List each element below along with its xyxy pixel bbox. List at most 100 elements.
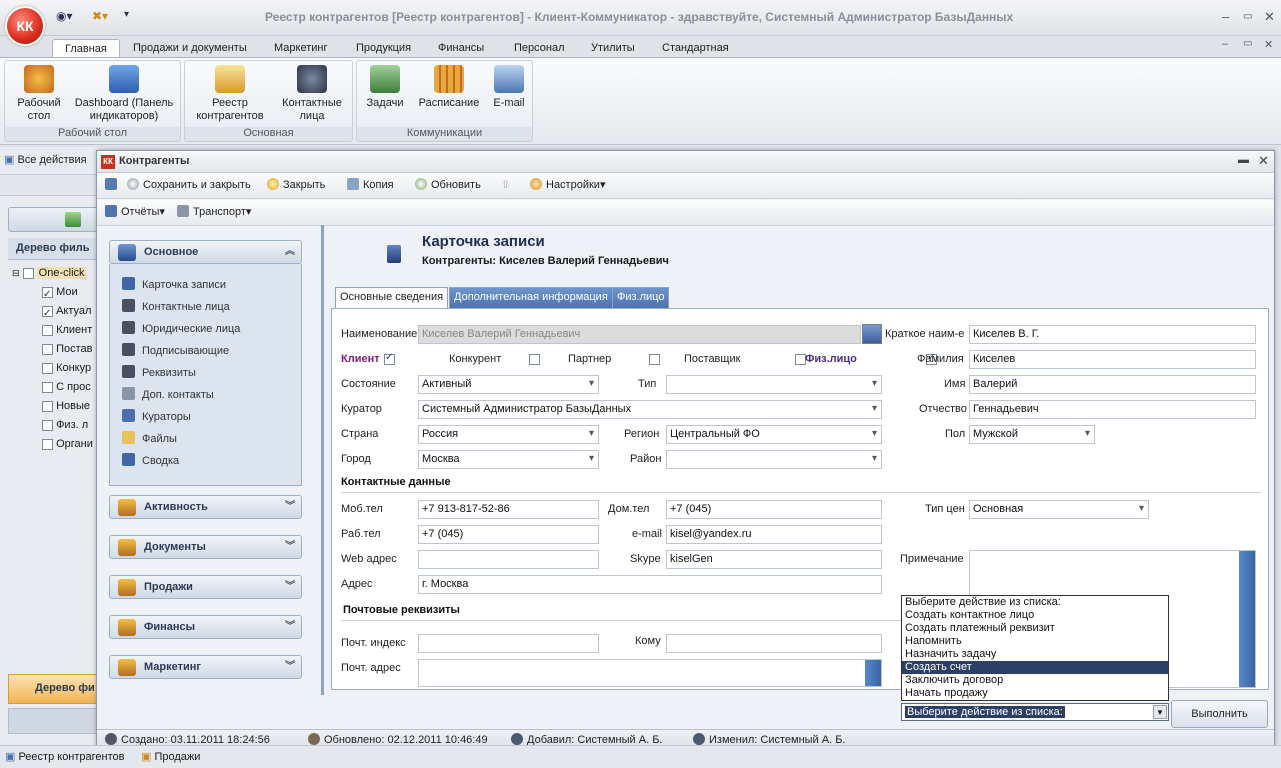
- filter-tree-tab[interactable]: Дерево фи: [8, 674, 100, 704]
- ribbon-tab-staff[interactable]: Персонал: [502, 39, 577, 58]
- action-option[interactable]: Выберите действие из списка:: [902, 596, 1168, 609]
- tree-checkbox[interactable]: [42, 304, 53, 323]
- tree-row[interactable]: Новые: [8, 397, 98, 416]
- save-close-button[interactable]: Сохранить и закрыть: [127, 178, 251, 191]
- tree-row[interactable]: Органи: [8, 435, 98, 454]
- action-option[interactable]: Назначить задачу: [902, 648, 1168, 661]
- to-field[interactable]: [666, 634, 882, 653]
- gender-select[interactable]: Мужской: [969, 425, 1095, 444]
- nav-item-extra-contacts[interactable]: Доп. контакты: [122, 387, 214, 401]
- settings-button[interactable]: Настройки▾: [530, 178, 605, 191]
- background-button[interactable]: [8, 207, 100, 232]
- action-option[interactable]: Начать продажу: [902, 687, 1168, 700]
- ribbon-tab-marketing[interactable]: Маркетинг: [262, 39, 339, 58]
- nav-header-marketing[interactable]: Маркетинг ︾: [109, 655, 302, 679]
- taskbar-item-registry[interactable]: ▣ Реестр контрагентов: [5, 750, 125, 763]
- nav-item-summary[interactable]: Сводка: [122, 453, 179, 467]
- client-checkbox[interactable]: [384, 352, 395, 365]
- note-scrollbar[interactable]: [1239, 551, 1255, 687]
- nav-header-finance[interactable]: Финансы ︾: [109, 615, 302, 639]
- nav-header-sales[interactable]: Продажи ︾: [109, 575, 302, 599]
- skype-field[interactable]: kiselGen: [666, 550, 882, 569]
- all-actions-menu[interactable]: ▣ Все действия: [4, 153, 87, 166]
- post-address-scrollbar[interactable]: [865, 660, 881, 686]
- competitor-checkbox[interactable]: [529, 353, 541, 365]
- panel-splitter[interactable]: [321, 225, 324, 695]
- action-select[interactable]: Выберите действие из списка: ▼: [901, 703, 1169, 721]
- name-field[interactable]: Киселев Валерий Геннадьевич: [418, 325, 861, 344]
- region-select[interactable]: Центральный ФО: [666, 425, 882, 444]
- tree-row[interactable]: С прос: [8, 378, 98, 397]
- ribbon-tab-home[interactable]: Главная: [52, 39, 120, 58]
- work-phone-field[interactable]: +7 (045): [418, 525, 599, 544]
- tools-icon[interactable]: ✖▾: [92, 9, 108, 27]
- dialog-close-icon[interactable]: ✕: [1258, 153, 1269, 169]
- action-option[interactable]: Заключить договор: [902, 674, 1168, 687]
- dashboard-button[interactable]: Dashboard (Панель индикаторов): [71, 65, 177, 123]
- tree-checkbox[interactable]: [42, 400, 53, 412]
- tree-row[interactable]: Мои: [8, 283, 98, 304]
- ribbon-close-icon[interactable]: ✕: [1264, 38, 1273, 51]
- ribbon-tab-finance[interactable]: Финансы: [426, 39, 496, 58]
- address-field[interactable]: г. Москва: [418, 575, 882, 594]
- partner-checkbox[interactable]: [649, 353, 661, 365]
- ribbon-tab-standard[interactable]: Стандартная: [650, 39, 741, 58]
- restore-icon[interactable]: ▭: [1243, 11, 1252, 22]
- tab-additional-info[interactable]: Дополнительная информация: [449, 287, 613, 308]
- tree-row[interactable]: ⊟ One-click: [8, 264, 98, 283]
- tree-checkbox[interactable]: [42, 438, 53, 450]
- nav-item-card[interactable]: Карточка записи: [122, 277, 226, 291]
- tree-row[interactable]: Постав: [8, 340, 98, 359]
- qat-customize-icon[interactable]: ▾: [124, 9, 129, 27]
- save-icon[interactable]: [105, 178, 121, 191]
- schedule-button[interactable]: Расписание: [413, 65, 485, 110]
- contacts-button[interactable]: Контактные лица: [275, 65, 349, 123]
- registry-button[interactable]: Реестр контрагентов: [191, 65, 269, 123]
- country-select[interactable]: Россия: [418, 425, 599, 444]
- surname-field[interactable]: Киселев: [969, 350, 1256, 369]
- tab-individual[interactable]: Физ.лицо: [612, 287, 670, 308]
- ribbon-minimize-icon[interactable]: –: [1222, 38, 1228, 50]
- chevron-down-icon[interactable]: ▼: [1153, 705, 1167, 719]
- patronymic-field[interactable]: Геннадьевич: [969, 400, 1256, 419]
- minimize-icon[interactable]: –: [1222, 9, 1229, 24]
- close-button[interactable]: Закрыть: [267, 178, 325, 191]
- dialog-restore-icon[interactable]: ▬: [1238, 154, 1249, 166]
- firstname-field[interactable]: Валерий: [969, 375, 1256, 394]
- post-address-field[interactable]: [418, 659, 882, 687]
- nav-header-main[interactable]: Основное ︽: [109, 240, 302, 264]
- ribbon-tab-utilities[interactable]: Утилиты: [579, 39, 647, 58]
- tree-checkbox[interactable]: [42, 381, 53, 393]
- close-icon[interactable]: ✕: [1264, 9, 1275, 25]
- run-button[interactable]: Выполнить: [1171, 700, 1268, 728]
- state-select[interactable]: Активный: [418, 375, 599, 394]
- nav-item-legal[interactable]: Юридические лица: [122, 321, 240, 335]
- ribbon-tab-sales[interactable]: Продажи и документы: [121, 39, 259, 58]
- tree-row[interactable]: Конкур: [8, 359, 98, 378]
- transport-button[interactable]: Транспорт▾: [177, 205, 251, 218]
- tree-row[interactable]: Клиент: [8, 321, 98, 340]
- tree-checkbox[interactable]: [42, 419, 53, 431]
- tasks-button[interactable]: Задачи: [363, 65, 407, 110]
- ribbon-tab-products[interactable]: Продукция: [344, 39, 423, 58]
- nav-item-files[interactable]: Файлы: [122, 431, 177, 445]
- curator-select[interactable]: Системный Администратор БазыДанных: [418, 400, 882, 419]
- nav-item-requisites[interactable]: Реквизиты: [122, 365, 196, 379]
- nav-header-activity[interactable]: Активность ︾: [109, 495, 302, 519]
- tree-row[interactable]: Актуал: [8, 302, 98, 323]
- ribbon-restore-icon[interactable]: ▭: [1243, 38, 1252, 49]
- type-select[interactable]: [666, 375, 882, 394]
- short-name-field[interactable]: Киселев В. Г.: [969, 325, 1256, 344]
- reports-button[interactable]: Отчёты▾: [105, 205, 165, 218]
- mobile-field[interactable]: +7 913-817-52-86: [418, 500, 599, 519]
- tree-checkbox[interactable]: [42, 324, 53, 336]
- refresh-button[interactable]: Обновить: [415, 178, 481, 191]
- tree-checkbox[interactable]: [42, 362, 53, 374]
- tree-checkbox[interactable]: [22, 267, 34, 279]
- desktop-button[interactable]: Рабочий стол: [11, 65, 67, 123]
- home-phone-field[interactable]: +7 (045): [666, 500, 882, 519]
- taskbar-item-sales[interactable]: ▣ Продажи: [141, 750, 200, 763]
- tree-row[interactable]: Физ. л: [8, 416, 98, 435]
- copy-button[interactable]: Копия: [347, 178, 394, 191]
- email-field[interactable]: kisel@yandex.ru: [666, 525, 882, 544]
